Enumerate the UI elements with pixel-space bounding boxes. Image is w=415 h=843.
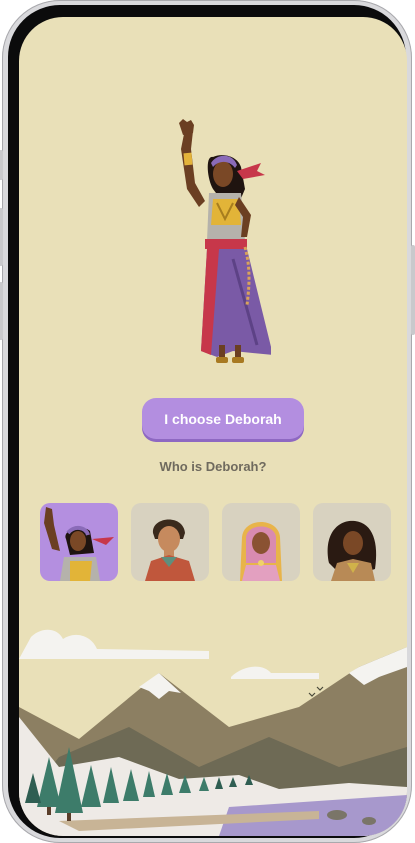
mute-switch [0,150,3,180]
app-screen: I choose Deborah Who is Deborah? [19,17,407,836]
character-thumb-deborah[interactable] [40,503,118,581]
woman-headscarf-portrait-icon [240,522,282,581]
mountain-landscape-illustration [19,629,407,836]
character-carousel [40,503,391,581]
deborah-portrait-icon [44,507,114,581]
young-man-portrait-icon [145,519,195,581]
choose-character-button[interactable]: I choose Deborah [142,398,304,439]
phone-bezel: I choose Deborah Who is Deborah? [8,5,407,838]
power-button [411,245,415,335]
volume-down-button [0,282,3,340]
phone-frame: I choose Deborah Who is Deborah? [0,0,415,843]
volume-up-button [0,208,3,266]
woman-curly-hair-portrait-icon [327,520,377,581]
character-thumb-woman-headscarf[interactable] [222,503,300,581]
hero-character-illustration [179,119,271,363]
character-thumb-young-man[interactable] [131,503,209,581]
who-is-character-link[interactable]: Who is Deborah? [19,459,407,474]
character-thumb-woman-curly-hair[interactable] [313,503,391,581]
